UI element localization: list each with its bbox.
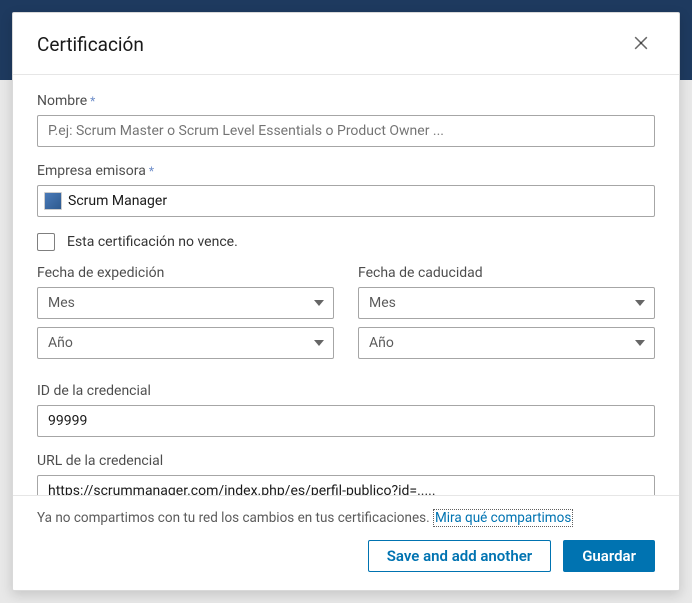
name-input[interactable] — [37, 115, 655, 147]
credential-url-label: URL de la credencial — [37, 453, 655, 469]
info-row: Ya no compartimos con tu red los cambios… — [13, 495, 679, 526]
modal-title: Certificación — [37, 33, 144, 56]
info-link[interactable]: Mira qué compartimos — [433, 509, 573, 527]
save-button[interactable]: Guardar — [563, 540, 655, 572]
close-icon — [631, 33, 651, 56]
close-button[interactable] — [627, 29, 655, 60]
no-expiry-checkbox[interactable] — [37, 233, 55, 251]
issue-year-select[interactable]: Año — [37, 327, 334, 359]
issue-date-label: Fecha de expedición — [37, 265, 334, 281]
name-label: Nombre — [37, 93, 655, 109]
issuer-label: Empresa emisora — [37, 163, 655, 179]
info-text: Ya no compartimos con tu red los cambios… — [37, 510, 433, 526]
modal-footer: Save and add another Guardar — [13, 526, 679, 590]
save-add-another-button[interactable]: Save and add another — [368, 540, 551, 572]
expiry-month-select[interactable]: Mes — [358, 287, 655, 319]
modal-body: Nombre Empresa emisora Esta certificació… — [13, 75, 679, 495]
credential-id-label: ID de la credencial — [37, 383, 655, 399]
expiry-year-select[interactable]: Año — [358, 327, 655, 359]
credential-id-input[interactable] — [37, 405, 655, 437]
modal-header: Certificación — [13, 13, 679, 75]
issue-month-select[interactable]: Mes — [37, 287, 334, 319]
company-logo-icon — [44, 192, 62, 210]
issuer-input[interactable] — [68, 193, 648, 209]
certification-modal: Certificación Nombre Empresa emisora — [12, 12, 680, 591]
expiry-date-label: Fecha de caducidad — [358, 265, 655, 281]
credential-url-input[interactable] — [37, 475, 655, 495]
no-expiry-label: Esta certificación no vence. — [67, 234, 238, 250]
